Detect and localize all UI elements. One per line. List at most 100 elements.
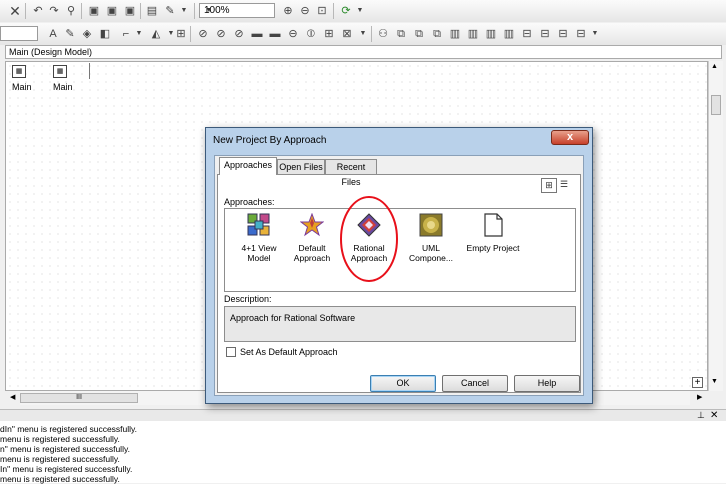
align-icon[interactable]: ⊘ — [195, 26, 211, 42]
fill-color-icon[interactable]: ◈ — [79, 26, 95, 42]
approach-label: Default — [298, 243, 326, 253]
layout-icon[interactable]: ⧉ — [411, 26, 427, 42]
scroll-up-icon[interactable]: ▲ — [711, 63, 718, 70]
tab-label: Recent Files — [336, 162, 366, 187]
chevron-down-icon[interactable]: ▼ — [352, 3, 368, 19]
layout-icon[interactable]: ⊟ — [519, 26, 535, 42]
align-icon[interactable]: ⊠ — [339, 26, 355, 42]
scroll-thumb[interactable]: III — [20, 393, 138, 403]
zoom-in-icon[interactable]: ⊕ — [280, 3, 296, 19]
tab-label: Open Files — [279, 162, 323, 172]
add-icon[interactable]: + — [692, 377, 703, 388]
help-label: Help — [537, 378, 557, 388]
approach-empty-project[interactable]: Empty Project — [462, 209, 524, 253]
chevron-down-icon[interactable]: ▼ — [204, 4, 214, 17]
chevron-down-icon[interactable]: ▼ — [131, 26, 147, 42]
shadow-icon[interactable]: ◧ — [97, 26, 113, 42]
approach-label: UML — [422, 243, 440, 253]
set-default-checkbox[interactable] — [226, 347, 236, 357]
close-button[interactable]: x — [551, 130, 589, 145]
pin-icon[interactable]: ⊥ — [697, 410, 705, 421]
fit-to-window-icon[interactable]: ⊡ — [314, 3, 330, 19]
approaches-label: Approaches: — [224, 197, 275, 207]
output-line: n" menu is registered successfully. — [0, 444, 130, 454]
toolbar-separator — [333, 3, 334, 19]
scroll-grip: III — [76, 394, 82, 401]
align-icon[interactable]: ⦶ — [303, 26, 319, 42]
dialog-title: New Project By Approach — [213, 135, 327, 146]
approach-uml-components[interactable]: UML Compone... — [400, 209, 462, 263]
layout-icon[interactable]: ⊟ — [537, 26, 553, 42]
cancel-label: Cancel — [460, 378, 489, 388]
layout-icon[interactable]: ⧉ — [429, 26, 445, 42]
approach-default[interactable]: Default Approach — [281, 209, 343, 263]
autosize-icon[interactable]: ⊞ — [173, 26, 189, 42]
cancel-button[interactable]: Cancel — [442, 375, 508, 392]
eraser-icon[interactable]: ◭ — [148, 26, 164, 42]
large-icons-view-icon[interactable]: ⊞ — [541, 178, 557, 193]
close-icon[interactable]: ✕ — [7, 3, 23, 19]
vertical-scrollbar[interactable]: ▲ — [708, 61, 723, 391]
zoom-select[interactable]: 100% ▼ — [199, 3, 275, 18]
diagram-tab-main[interactable]: ▦ Main — [12, 63, 32, 92]
chevron-down-icon[interactable]: ▼ — [355, 26, 371, 42]
chevron-down-icon[interactable]: ▼ — [587, 26, 603, 42]
star-icon — [299, 212, 325, 237]
toolbar-separator — [25, 3, 26, 19]
toolbar-format: A ✎ ◈ ◧ ⌐ ▼ ◭ ▼ ⊞ ⊘ ⊘ ⊘ ▬ ▬ ⊖ ⦶ ⊞ ⊠ ▼ ⚇ … — [0, 23, 726, 45]
diagram-export-icon[interactable]: ▣ — [122, 3, 138, 19]
find-binoculars-icon[interactable]: ⚲ — [63, 3, 79, 19]
layout-icon[interactable]: ▥ — [483, 26, 499, 42]
scroll-down-icon[interactable]: ▼ — [711, 378, 718, 385]
toolbar-separator — [194, 3, 195, 19]
align-icon[interactable]: ⊘ — [213, 26, 229, 42]
chevron-down-icon[interactable]: ▼ — [176, 3, 192, 19]
ok-button[interactable]: OK — [370, 375, 436, 392]
close-icon[interactable]: ✕ — [710, 410, 718, 421]
tab-recent-files[interactable]: Recent Files — [325, 159, 377, 187]
scroll-left-icon[interactable]: ◀ — [10, 393, 15, 401]
align-icon[interactable]: ▬ — [249, 26, 265, 42]
layout-icon[interactable]: ⚇ — [375, 26, 391, 42]
diagram-refresh-icon[interactable]: ▣ — [104, 3, 120, 19]
undo-icon[interactable]: ↶ — [30, 3, 46, 19]
layout-icon[interactable]: ▥ — [447, 26, 463, 42]
scroll-thumb[interactable] — [711, 95, 721, 115]
close-icon: x — [566, 131, 574, 143]
layout-icon[interactable]: ▥ — [501, 26, 517, 42]
layout-icon[interactable]: ▥ — [465, 26, 481, 42]
zoom-out-icon[interactable]: ⊖ — [297, 3, 313, 19]
list-view-icon[interactable]: ☰ — [557, 178, 571, 191]
scroll-right-icon[interactable]: ▶ — [697, 393, 702, 401]
diagram-tab-main[interactable]: ▦ Main — [53, 63, 73, 92]
font-color-icon[interactable]: A — [45, 26, 61, 42]
set-default-label: Set As Default Approach — [240, 347, 338, 357]
toolbar-separator — [81, 3, 82, 19]
font-size-select[interactable] — [0, 26, 38, 41]
toolbar-separator — [190, 26, 191, 42]
redo-icon[interactable]: ↷ — [46, 3, 62, 19]
align-icon[interactable]: ⊘ — [231, 26, 247, 42]
blank-page-icon — [484, 213, 503, 237]
align-icon[interactable]: ⊞ — [321, 26, 337, 42]
layout-icon[interactable]: ⊟ — [555, 26, 571, 42]
layout-icon[interactable]: ⧉ — [393, 26, 409, 42]
output-line: dIn" menu is registered successfully. — [0, 424, 138, 434]
tab-approaches[interactable]: Approaches — [219, 157, 277, 175]
new-project-dialog: New Project By Approach x Approaches Ope… — [205, 127, 593, 404]
line-color-icon[interactable]: ✎ — [62, 26, 78, 42]
toolbar-separator — [371, 26, 372, 42]
output-line: menu is registered successfully. — [0, 454, 120, 464]
tab-label: Approaches — [223, 160, 273, 170]
output-line: menu is registered successfully. — [0, 434, 120, 444]
print-icon[interactable]: ▤ — [144, 3, 160, 19]
help-button[interactable]: Help — [514, 375, 580, 392]
align-icon[interactable]: ▬ — [267, 26, 283, 42]
approaches-list: 4+1 View Model Default Approach Rational — [224, 196, 576, 292]
diagram-title-bar: Main (Design Model) — [5, 45, 722, 59]
diagram-view-icon[interactable]: ▣ — [86, 3, 102, 19]
align-icon[interactable]: ⊖ — [285, 26, 301, 42]
tab-divider — [89, 63, 90, 79]
description-text: Approach for Rational Software — [230, 313, 356, 323]
tab-open-files[interactable]: Open Files — [277, 159, 325, 175]
